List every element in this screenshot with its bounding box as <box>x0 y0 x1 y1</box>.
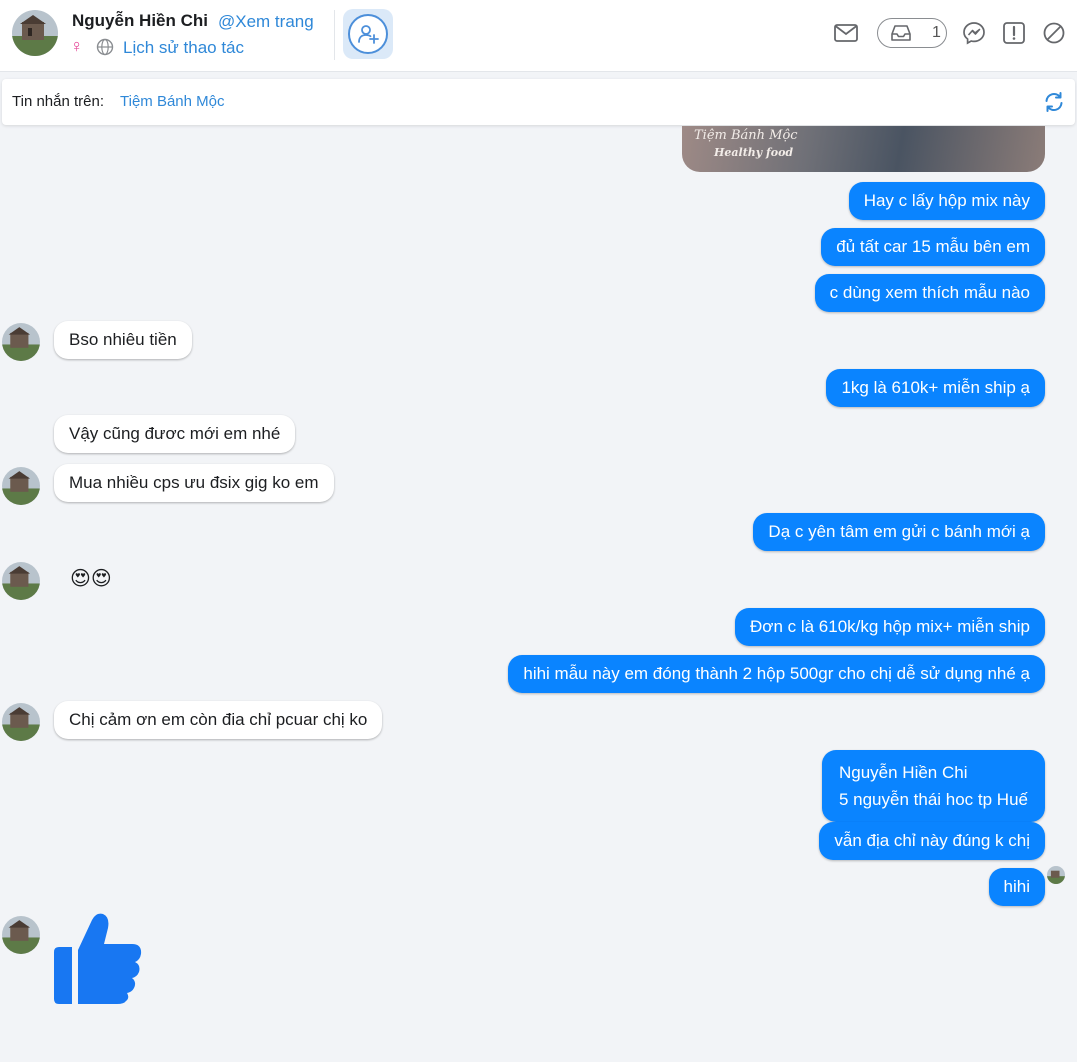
outgoing-message[interactable]: vẫn địa chỉ này đúng k chị <box>819 822 1045 860</box>
header-divider <box>334 10 335 60</box>
outgoing-address-message[interactable]: Nguyễn Hiền Chi 5 nguyễn thái hoc tp Huế <box>821 750 1045 822</box>
customer-name: Nguyễn Hiền Chi <box>72 11 209 30</box>
shared-photo[interactable]: Tiệm Bánh Mộc Healthy food <box>682 126 1045 172</box>
messenger-icon[interactable] <box>961 20 987 46</box>
outgoing-message[interactable]: Dạ c yên tâm em gửi c bánh mới ạ <box>753 513 1045 551</box>
inbox-count-button[interactable]: 1 <box>877 18 947 48</box>
outgoing-message[interactable]: c dùng xem thích mẫu nào <box>814 274 1045 312</box>
customer-avatar-small <box>2 916 40 954</box>
report-icon[interactable] <box>1001 20 1027 46</box>
incoming-message[interactable]: Vậy cũng đươc mới em nhé <box>54 415 296 453</box>
globe-icon <box>96 38 114 56</box>
address-street-line: 5 nguyễn thái hoc tp Huế <box>838 790 1028 809</box>
outgoing-message[interactable]: Hay c lấy hộp mix này <box>848 182 1045 220</box>
customer-avatar-small <box>2 323 40 361</box>
inbox-icon <box>891 25 911 41</box>
outgoing-message[interactable]: hihi mẫu này em đóng thành 2 hộp 500gr c… <box>508 655 1045 693</box>
photo-caption-title: Tiệm Bánh Mộc <box>694 128 798 143</box>
customer-avatar-small <box>2 562 40 600</box>
block-icon[interactable] <box>1041 20 1067 46</box>
page-name-link[interactable]: Tiệm Bánh Mộc <box>120 93 224 110</box>
view-page-link[interactable]: @Xem trang <box>218 12 314 32</box>
add-user-icon <box>358 25 379 44</box>
refresh-icon[interactable] <box>1042 90 1066 114</box>
message-source-label: Tin nhắn trên: <box>12 93 104 110</box>
outgoing-message[interactable]: hihi <box>988 868 1045 906</box>
incoming-message[interactable]: Mua nhiều cps ưu đsix gig ko em <box>54 464 334 502</box>
message-source-bar: Tin nhắn trên: Tiệm Bánh Mộc <box>2 79 1075 125</box>
emoji-message[interactable]: 😍😍 <box>70 566 112 591</box>
incoming-message[interactable]: Bso nhiêu tiền <box>54 321 192 359</box>
inbox-count: 1 <box>932 24 941 41</box>
customer-avatar[interactable] <box>12 10 58 56</box>
outgoing-message[interactable]: đủ tất car 15 mẫu bên em <box>821 228 1045 266</box>
incoming-message[interactable]: Chị cảm ơn em còn đia chỉ pcuar chị ko <box>54 701 383 739</box>
outgoing-message[interactable]: Đơn c là 610k/kg hộp mix+ miễn ship <box>735 608 1045 646</box>
female-icon: ♀ <box>70 36 84 56</box>
thumbs-up-icon[interactable] <box>54 912 142 1004</box>
message-thread[interactable]: Tiệm Bánh Mộc Healthy food Hay c lấy hộp… <box>0 126 1077 1062</box>
customer-avatar-small <box>2 703 40 741</box>
photo-caption-subtitle: Healthy food <box>714 146 794 159</box>
add-friend-button[interactable] <box>343 9 393 59</box>
address-name-line: Nguyễn Hiền Chi <box>838 763 968 782</box>
customer-avatar-small <box>2 467 40 505</box>
seen-avatar <box>1047 866 1065 884</box>
conversation-header: Nguyễn Hiền Chi @Xem trang ♀ Lịch sử tha… <box>0 0 1077 72</box>
action-history-link[interactable]: Lịch sử thao tác <box>123 38 244 58</box>
outgoing-message[interactable]: 1kg là 610k+ miễn ship ạ <box>826 369 1045 407</box>
envelope-icon[interactable] <box>833 20 859 46</box>
